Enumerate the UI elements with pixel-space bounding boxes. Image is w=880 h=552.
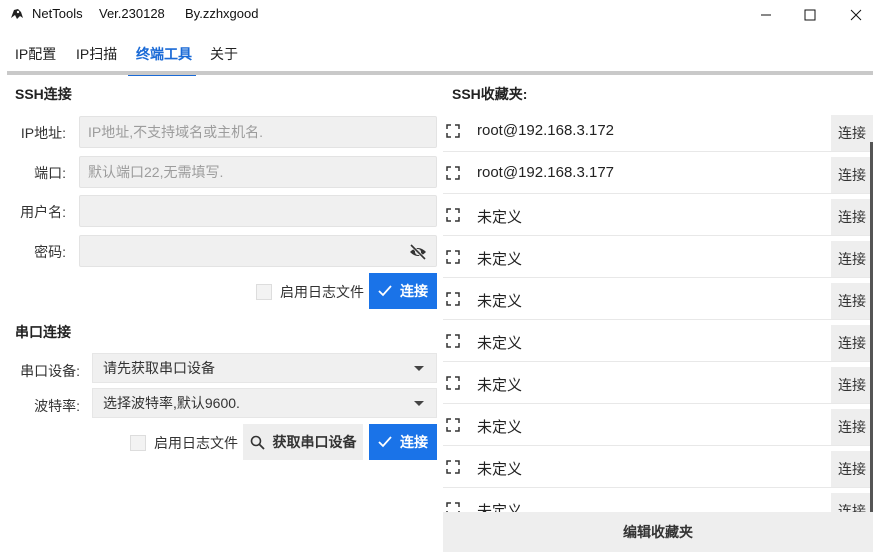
serial-connect-button[interactable]: 连接	[369, 424, 437, 460]
favorite-name: 未定义	[477, 293, 523, 310]
baud-rate-value: 选择波特率,默认9600.	[103, 395, 240, 411]
ssh-connect-button[interactable]: 连接	[369, 273, 437, 309]
list-item: 未定义 连接	[443, 362, 873, 404]
baud-rate-label: 波特率:	[34, 398, 80, 414]
favorite-connect-button[interactable]: 连接	[831, 325, 873, 361]
expand-icon	[446, 208, 460, 222]
title-bar: NetTools Ver.230128 By.zzhxgood	[0, 0, 880, 30]
port-field[interactable]	[79, 156, 437, 188]
maximize-icon	[804, 9, 816, 21]
list-item: root@192.168.3.177 连接	[443, 152, 873, 194]
favorite-name: root@192.168.3.177	[477, 164, 614, 181]
expand-icon	[446, 124, 460, 138]
expand-icon	[446, 250, 460, 264]
favorites-scrollbar[interactable]	[870, 142, 873, 514]
serial-log-checkbox[interactable]	[130, 435, 146, 451]
ssh-log-label: 启用日志文件	[280, 284, 364, 300]
ip-label: IP地址:	[20, 125, 66, 141]
favorite-name: 未定义	[477, 461, 523, 478]
tab-bar: IP配置 IP扫描 终端工具 关于	[0, 36, 880, 76]
expand-icon	[446, 418, 460, 432]
password-label: 密码:	[34, 244, 66, 260]
tab-divider	[7, 71, 873, 75]
serial-log-label: 启用日志文件	[154, 435, 238, 451]
favorite-connect-button[interactable]: 连接	[831, 451, 873, 487]
app-title: NetTools	[32, 6, 83, 21]
baud-rate-select[interactable]: 选择波特率,默认9600.	[92, 388, 437, 418]
favorite-connect-button[interactable]: 连接	[831, 241, 873, 277]
username-input[interactable]	[88, 203, 436, 219]
favorite-connect-button[interactable]: 连接	[831, 493, 873, 514]
favorite-name: 未定义	[477, 335, 523, 352]
ip-field[interactable]	[79, 116, 437, 148]
favorite-connect-button[interactable]: 连接	[831, 409, 873, 445]
minimize-icon	[761, 14, 771, 16]
chevron-down-icon	[414, 366, 424, 371]
check-icon	[378, 436, 392, 448]
username-label: 用户名:	[20, 204, 66, 220]
fetch-serial-devices-button[interactable]: 获取串口设备	[243, 424, 363, 460]
list-item: 未定义 连接	[443, 488, 873, 514]
list-item: 未定义 连接	[443, 446, 873, 488]
ssh-section-title: SSH连接	[15, 86, 72, 102]
expand-icon	[446, 334, 460, 348]
search-icon	[250, 435, 265, 450]
serial-connect-label: 连接	[400, 434, 428, 450]
username-field[interactable]	[79, 195, 437, 227]
tab-terminal-tools[interactable]: 终端工具	[136, 44, 192, 64]
password-field[interactable]	[79, 235, 437, 267]
expand-icon	[446, 166, 460, 180]
serial-device-value: 请先获取串口设备	[103, 360, 215, 376]
maximize-button[interactable]	[788, 0, 832, 30]
port-label: 端口:	[34, 165, 66, 181]
serial-section-title: 串口连接	[15, 324, 71, 340]
tab-ip-config[interactable]: IP配置	[15, 44, 56, 64]
minimize-button[interactable]	[744, 0, 788, 30]
port-input[interactable]	[88, 164, 436, 180]
app-author: By.zzhxgood	[185, 6, 259, 21]
fetch-serial-devices-label: 获取串口设备	[272, 434, 357, 450]
favorite-connect-button[interactable]: 连接	[831, 367, 873, 403]
close-button[interactable]	[834, 0, 878, 30]
favorite-name: 未定义	[477, 377, 523, 394]
ssh-connect-label: 连接	[400, 283, 428, 299]
favorite-name: root@192.168.3.172	[477, 122, 614, 139]
expand-icon	[446, 376, 460, 390]
favorite-name: 未定义	[477, 419, 523, 436]
expand-icon	[446, 460, 460, 474]
favorite-connect-button[interactable]: 连接	[831, 157, 873, 193]
favorites-list: root@192.168.3.172 连接 root@192.168.3.177…	[443, 110, 873, 514]
favorite-name: 未定义	[477, 209, 523, 226]
ssh-log-checkbox[interactable]	[256, 284, 272, 300]
edit-favorites-button[interactable]: 编辑收藏夹	[443, 512, 873, 552]
tab-ip-scan[interactable]: IP扫描	[76, 44, 117, 64]
password-input[interactable]	[88, 243, 436, 259]
list-item: 未定义 连接	[443, 278, 873, 320]
app-version: Ver.230128	[99, 6, 165, 21]
serial-device-select[interactable]: 请先获取串口设备	[92, 353, 437, 383]
list-item: 未定义 连接	[443, 320, 873, 362]
favorite-connect-button[interactable]: 连接	[831, 283, 873, 319]
close-icon	[850, 9, 862, 21]
favorite-name: 未定义	[477, 251, 523, 268]
serial-device-label: 串口设备:	[20, 363, 80, 379]
list-item: 未定义 连接	[443, 194, 873, 236]
list-item: root@192.168.3.172 连接	[443, 110, 873, 152]
serial-log-checkbox-row[interactable]: 启用日志文件	[130, 433, 238, 453]
check-icon	[378, 285, 392, 297]
tab-about[interactable]: 关于	[210, 44, 238, 64]
ssh-log-checkbox-row[interactable]: 启用日志文件	[256, 282, 364, 302]
chevron-down-icon	[414, 401, 424, 406]
favorite-connect-button[interactable]: 连接	[831, 199, 873, 235]
favorite-connect-button[interactable]: 连接	[831, 115, 873, 151]
list-item: 未定义 连接	[443, 236, 873, 278]
eye-off-icon[interactable]	[408, 243, 428, 261]
list-item: 未定义 连接	[443, 404, 873, 446]
app-logo-icon	[11, 9, 23, 19]
favorites-title: SSH收藏夹:	[452, 86, 528, 102]
expand-icon	[446, 292, 460, 306]
ip-input[interactable]	[88, 124, 436, 140]
